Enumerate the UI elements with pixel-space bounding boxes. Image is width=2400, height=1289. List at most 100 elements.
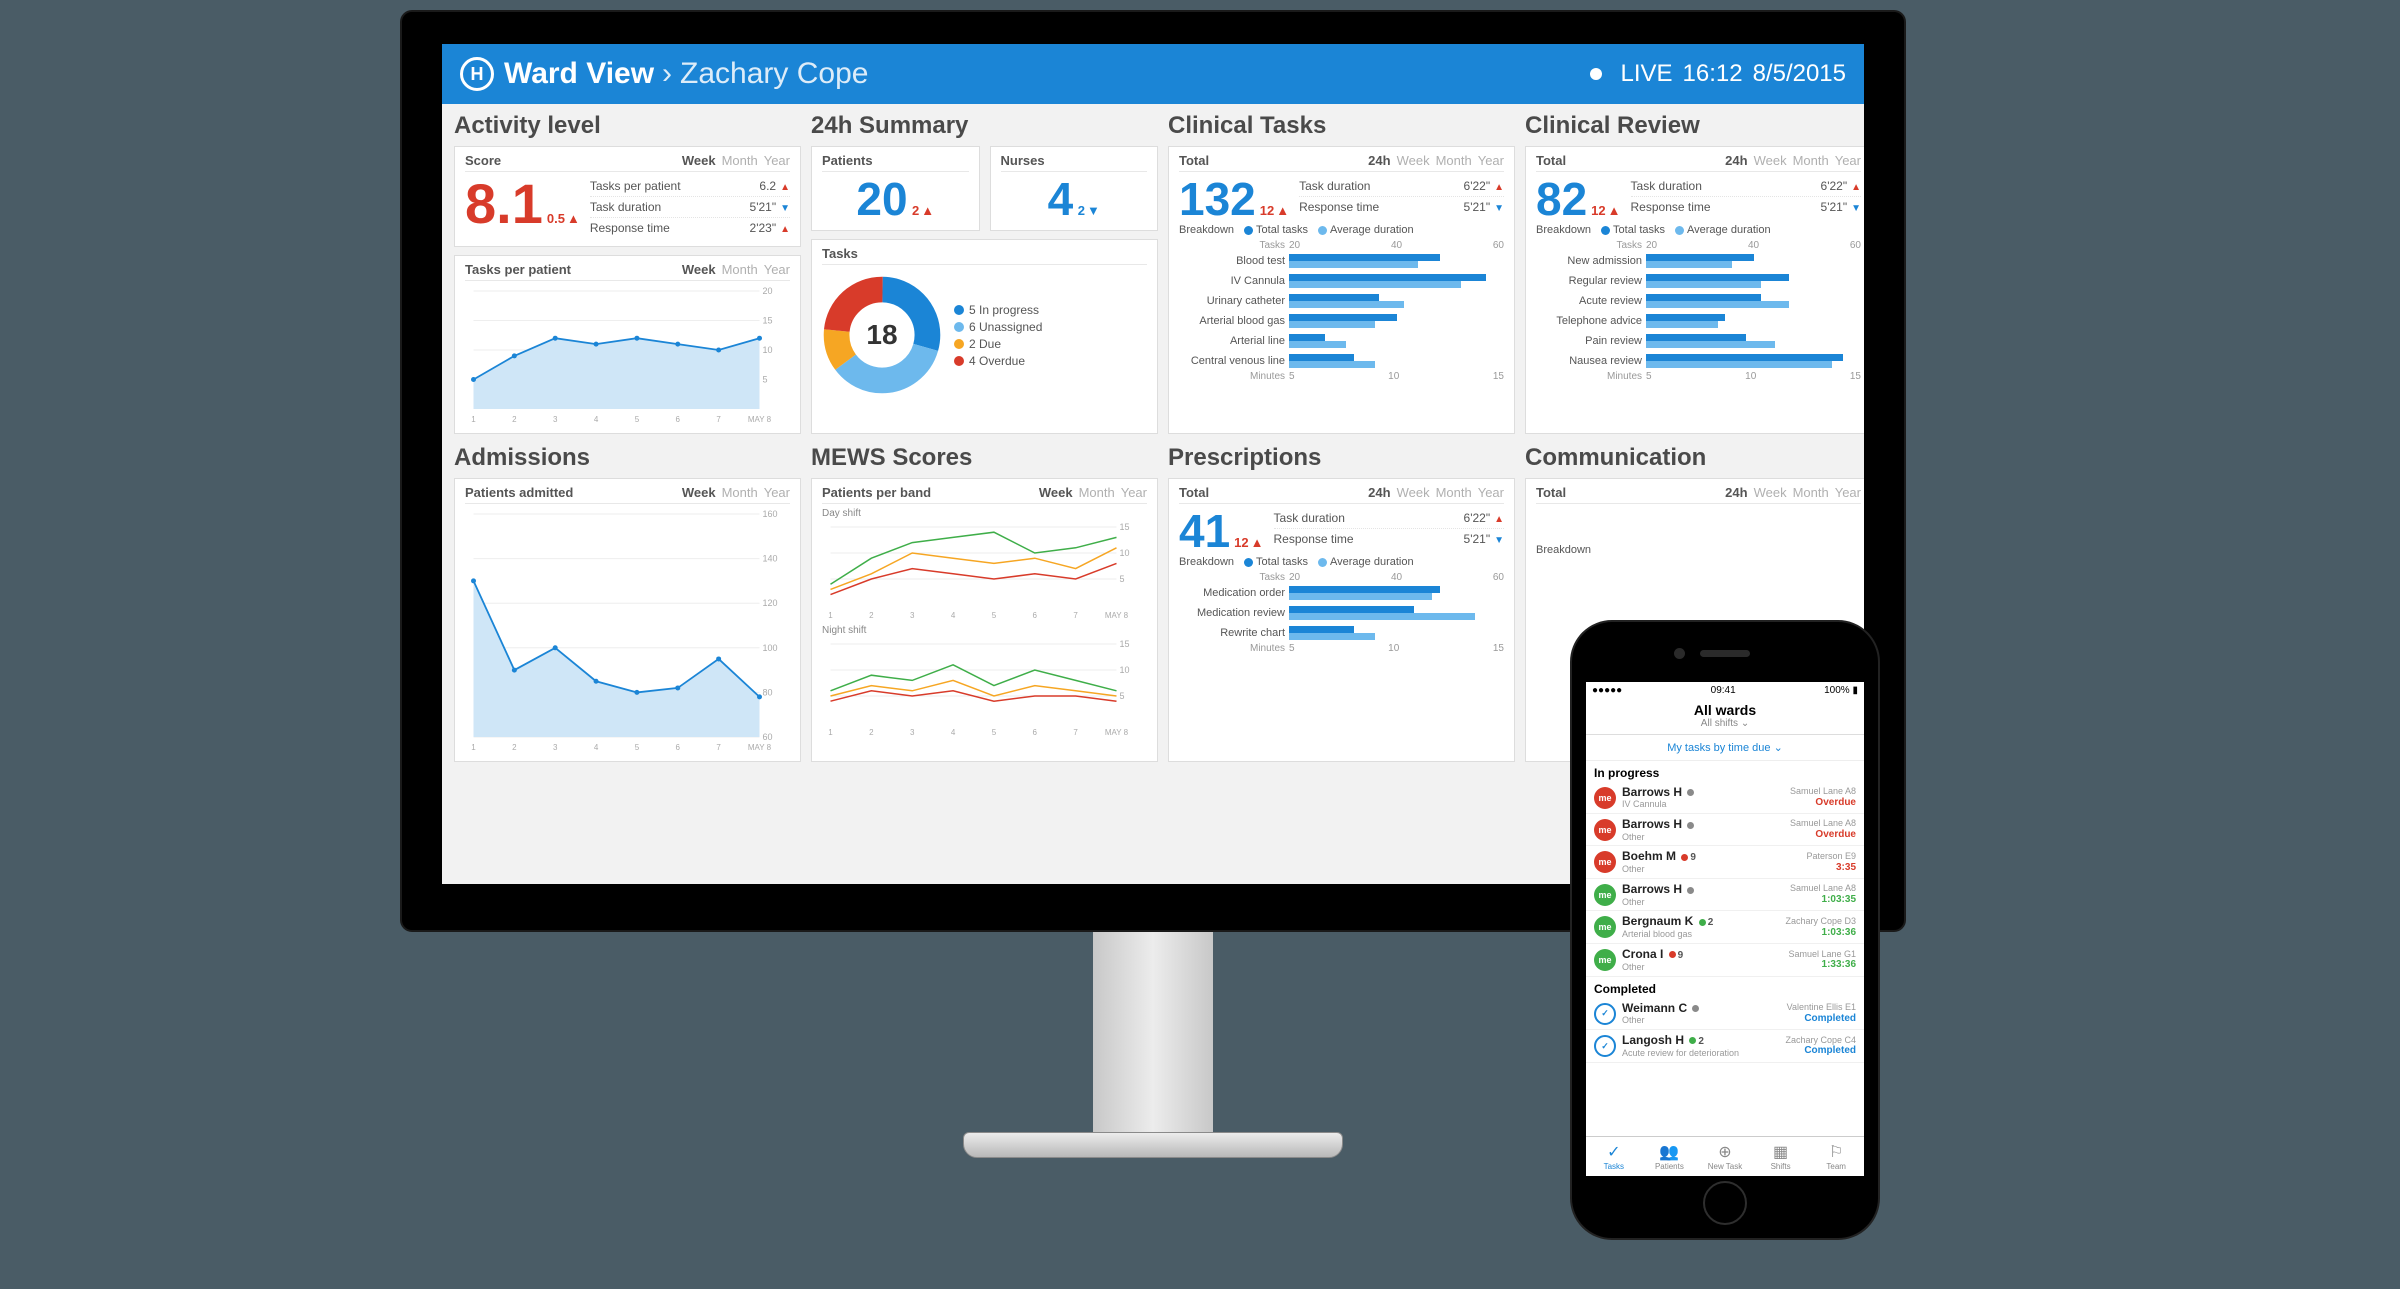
- avatar: me: [1594, 916, 1616, 938]
- battery-pct: 100%: [1824, 685, 1850, 696]
- section-title: Activity level: [454, 112, 801, 140]
- signal-icon: ●●●●●: [1592, 685, 1622, 696]
- phone-subtitle[interactable]: All shifts ⌄: [1586, 718, 1864, 729]
- tab-new-task[interactable]: ⊕New Task: [1697, 1137, 1753, 1176]
- svg-text:MAY 8: MAY 8: [748, 743, 772, 752]
- tab-team[interactable]: ⚐Team: [1808, 1137, 1864, 1176]
- chevron-down-icon: ⌄: [1774, 742, 1783, 754]
- list-item[interactable]: me Barrows H Other Samuel Lane A8 1:03:3…: [1586, 879, 1864, 911]
- svg-text:15: 15: [763, 316, 773, 326]
- svg-text:10: 10: [1120, 548, 1130, 558]
- svg-text:80: 80: [763, 687, 773, 697]
- clinical-review-delta: 12: [1591, 203, 1620, 218]
- svg-text:1: 1: [471, 415, 476, 424]
- section-clinical-tasks: Clinical Tasks Total 24hWeekMonthYear 13…: [1168, 112, 1515, 434]
- list-item[interactable]: ✓ Weimann C Other Valentine Ellis E1 Com…: [1586, 998, 1864, 1030]
- section-clinical-review: Clinical Review Total 24hWeekMonthYear 8…: [1525, 112, 1864, 434]
- section-summary: 24h Summary Patients 20 2 Nurses 4 2: [811, 112, 1158, 434]
- svg-text:140: 140: [763, 554, 778, 564]
- phone-filter[interactable]: My tasks by time due ⌄: [1586, 735, 1864, 761]
- phone-camera-icon: [1674, 648, 1685, 659]
- svg-text:3: 3: [910, 728, 915, 737]
- timescale-picker[interactable]: WeekMonthYear: [676, 262, 790, 277]
- phone-task-list[interactable]: In progress me Barrows H IV Cannula Samu…: [1586, 761, 1864, 1136]
- svg-text:4: 4: [594, 415, 599, 424]
- activity-score: 8.1: [465, 176, 543, 232]
- tasks-label: Tasks: [822, 246, 1147, 261]
- svg-text:10: 10: [1120, 665, 1130, 675]
- tasks-icon: ✓: [1586, 1142, 1642, 1162]
- section-title: MEWS Scores: [811, 444, 1158, 472]
- svg-text:MAY 8: MAY 8: [1105, 611, 1129, 620]
- avatar: me: [1594, 884, 1616, 906]
- home-button[interactable]: [1703, 1181, 1747, 1225]
- svg-text:2: 2: [512, 415, 517, 424]
- svg-text:20: 20: [763, 286, 773, 296]
- timescale-picker[interactable]: WeekMonthYear: [676, 153, 790, 168]
- phone-earpiece: [1700, 650, 1750, 657]
- svg-text:5: 5: [635, 743, 640, 752]
- mobile-phone: ●●●●● 09:41 100% ▮ All wards All shifts …: [1570, 620, 1880, 1240]
- tab-patients[interactable]: 👥Patients: [1642, 1137, 1698, 1176]
- timescale-picker[interactable]: WeekMonthYear: [676, 485, 790, 500]
- nurses-value: 4: [1048, 173, 1074, 225]
- svg-text:3: 3: [910, 611, 915, 620]
- chart-label: Patients admitted: [465, 485, 676, 500]
- total-label: Total: [1179, 153, 1362, 168]
- section-mews: MEWS Scores Patients per band WeekMonthY…: [811, 444, 1158, 762]
- breadcrumb[interactable]: Zachary Cope: [680, 57, 868, 91]
- total-label: Total: [1536, 485, 1719, 500]
- card-admissions: Patients admitted WeekMonthYear 60801001…: [454, 478, 801, 762]
- svg-text:1: 1: [828, 728, 833, 737]
- avatar: ✓: [1594, 1003, 1616, 1025]
- section-title: Prescriptions: [1168, 444, 1515, 472]
- clinical-review-total: 82: [1536, 176, 1587, 222]
- clinical-tasks-delta: 12: [1260, 203, 1289, 218]
- mews-day-chart: 510151234567MAY 8: [822, 521, 1147, 621]
- list-item[interactable]: me Barrows H Other Samuel Lane A8 Overdu…: [1586, 814, 1864, 846]
- header-date: 8/5/2015: [1753, 60, 1846, 88]
- phone-title[interactable]: All wards: [1586, 702, 1864, 718]
- list-item[interactable]: ✓ Langosh H 2 Acute review for deteriora…: [1586, 1030, 1864, 1063]
- svg-text:MAY 8: MAY 8: [1105, 728, 1129, 737]
- total-label: Total: [1179, 485, 1362, 500]
- nurses-label: Nurses: [1001, 153, 1148, 168]
- list-item[interactable]: me Crona I 9 Other Samuel Lane G1 1:33:3…: [1586, 944, 1864, 977]
- timescale-picker[interactable]: 24hWeekMonthYear: [1362, 153, 1504, 168]
- svg-text:2: 2: [869, 611, 874, 620]
- card-patients: Patients 20 2: [811, 146, 980, 231]
- admissions-chart: 60801001201401601234567MAY 8: [465, 508, 790, 753]
- timescale-picker[interactable]: 24hWeekMonthYear: [1719, 153, 1861, 168]
- day-shift-label: Day shift: [822, 508, 1147, 519]
- timescale-picker[interactable]: 24hWeekMonthYear: [1362, 485, 1504, 500]
- breakdown-label: Breakdown: [1536, 544, 1861, 556]
- timescale-picker[interactable]: 24hWeekMonthYear: [1719, 485, 1861, 500]
- section-title: Clinical Tasks: [1168, 112, 1515, 140]
- tasks-per-patient-chart: 51015201234567MAY 8: [465, 285, 790, 425]
- svg-text:2: 2: [512, 743, 517, 752]
- mews-night-chart: 510151234567MAY 8: [822, 638, 1147, 738]
- phone-status-bar: ●●●●● 09:41 100% ▮: [1586, 682, 1864, 699]
- list-item[interactable]: me Bergnaum K 2 Arterial blood gas Zacha…: [1586, 911, 1864, 944]
- section-admissions: Admissions Patients admitted WeekMonthYe…: [454, 444, 801, 762]
- svg-text:5: 5: [1120, 691, 1125, 701]
- list-item[interactable]: me Boehm M 9 Other Paterson E9 3:35: [1586, 846, 1864, 879]
- section-title: Communication: [1525, 444, 1864, 472]
- svg-text:7: 7: [1073, 728, 1078, 737]
- tab-shifts[interactable]: ▦Shifts: [1753, 1137, 1809, 1176]
- prescriptions-total: 41: [1179, 508, 1230, 554]
- svg-text:10: 10: [763, 345, 773, 355]
- phone-tab-bar: ✓Tasks👥Patients⊕New Task▦Shifts⚐Team: [1586, 1136, 1864, 1176]
- live-label: LIVE: [1620, 60, 1672, 88]
- timescale-picker[interactable]: WeekMonthYear: [1033, 485, 1147, 500]
- chevron-down-icon: ⌄: [1741, 718, 1749, 729]
- section-title: Admissions: [454, 444, 801, 472]
- svg-text:3: 3: [553, 415, 558, 424]
- tab-tasks[interactable]: ✓Tasks: [1586, 1137, 1642, 1176]
- svg-text:4: 4: [951, 611, 956, 620]
- total-label: Total: [1536, 153, 1719, 168]
- avatar: me: [1594, 949, 1616, 971]
- list-item[interactable]: me Barrows H IV Cannula Samuel Lane A8 O…: [1586, 782, 1864, 814]
- bar-legend: Breakdown Total tasks Average duration: [1179, 556, 1504, 568]
- svg-text:5: 5: [992, 611, 997, 620]
